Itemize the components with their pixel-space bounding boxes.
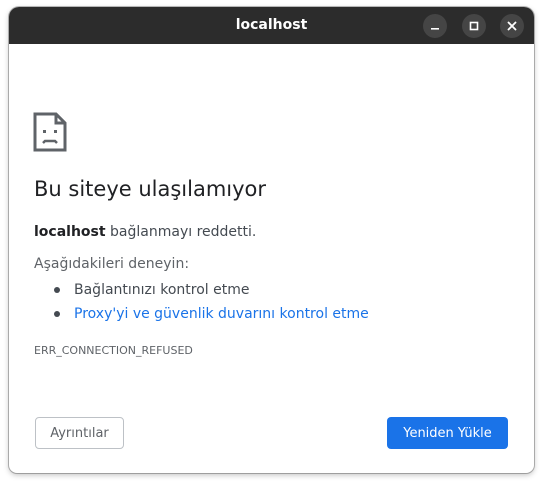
suggestion-check-proxy-link[interactable]: Proxy'yi ve güvenlik duvarını kontrol et… xyxy=(54,302,369,326)
maximize-icon xyxy=(469,21,479,31)
window-title: localhost xyxy=(235,17,308,33)
bullet-icon xyxy=(54,311,60,317)
close-icon xyxy=(507,21,517,31)
bullet-icon xyxy=(54,287,60,293)
suggestions-list: Bağlantınızı kontrol etme Proxy'yi ve gü… xyxy=(54,278,369,326)
host-name: localhost xyxy=(34,224,106,240)
minimize-button[interactable] xyxy=(423,14,447,38)
error-code: ERR_CONNECTION_REFUSED xyxy=(34,344,193,357)
suggestion-check-connection: Bağlantınızı kontrol etme xyxy=(54,278,369,302)
maximize-button[interactable] xyxy=(462,14,486,38)
title-bar[interactable]: localhost xyxy=(9,7,534,44)
sad-page-icon xyxy=(33,112,67,152)
browser-window: localhost Bu siteye ulaşılamıyor localho… xyxy=(9,7,534,473)
suggestion-label: Bağlantınızı kontrol etme xyxy=(74,282,250,298)
error-description: localhost bağlanmayı reddetti. xyxy=(34,224,256,240)
reload-button[interactable]: Yeniden Yükle xyxy=(387,417,508,449)
error-heading: Bu siteye ulaşılamıyor xyxy=(34,177,267,201)
minimize-icon xyxy=(431,28,439,30)
details-button[interactable]: Ayrıntılar xyxy=(35,417,124,449)
error-message: bağlanmayı reddetti. xyxy=(105,224,257,240)
error-page: Bu siteye ulaşılamıyor localhost bağlanm… xyxy=(9,44,534,473)
suggestions-heading: Aşağıdakileri deneyin: xyxy=(34,256,190,272)
close-button[interactable] xyxy=(500,14,524,38)
suggestion-label[interactable]: Proxy'yi ve güvenlik duvarını kontrol et… xyxy=(74,306,369,322)
